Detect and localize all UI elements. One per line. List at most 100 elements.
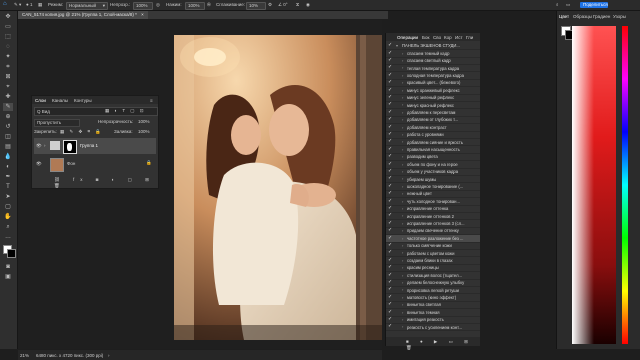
check-icon[interactable]: ✓ bbox=[388, 161, 393, 167]
check-icon[interactable]: ✓ bbox=[388, 57, 393, 63]
chevron-right-icon[interactable]: › bbox=[402, 154, 403, 159]
artboard-tool-icon[interactable]: ▭ bbox=[3, 23, 13, 31]
fill-value[interactable]: 100% bbox=[138, 129, 150, 134]
clone-stamp-icon[interactable]: ⊕ bbox=[3, 113, 13, 121]
chevron-right-icon[interactable]: › bbox=[402, 88, 403, 93]
eraser-tool-icon[interactable]: ◫ bbox=[3, 133, 13, 141]
check-icon[interactable]: ✓ bbox=[388, 228, 393, 233]
chevron-right-icon[interactable]: › bbox=[402, 65, 403, 70]
tab-adjustments[interactable]: Кор bbox=[444, 35, 452, 40]
check-icon[interactable]: ✓ bbox=[388, 131, 393, 137]
chevron-right-icon[interactable]: › bbox=[402, 58, 403, 63]
layer-name-group[interactable]: Группа 1 bbox=[80, 143, 98, 148]
chevron-right-icon[interactable]: › bbox=[402, 80, 403, 85]
chevron-right-icon[interactable]: › bbox=[402, 258, 403, 263]
check-icon[interactable]: ✓ bbox=[388, 117, 393, 122]
path-select-icon[interactable]: ➤ bbox=[3, 193, 13, 201]
chevron-right-icon[interactable]: › bbox=[402, 243, 403, 248]
mode-select[interactable]: Нормальный ▾ bbox=[66, 1, 108, 10]
filter-icons[interactable]: ▦ ◐ T ▢ ⊡ bbox=[105, 108, 146, 114]
check-icon[interactable]: ✓ bbox=[388, 72, 393, 78]
tab-gradients[interactable]: Градиен bbox=[593, 14, 610, 19]
check-icon[interactable]: ✓ bbox=[388, 183, 393, 189]
layer-name-background[interactable]: Фон bbox=[67, 161, 75, 166]
tab-actions[interactable]: Операции bbox=[397, 35, 418, 40]
chevron-right-icon[interactable]: › bbox=[402, 310, 403, 315]
chevron-right-icon[interactable]: › bbox=[402, 228, 403, 233]
chevron-right-icon[interactable]: › bbox=[402, 184, 403, 189]
check-icon[interactable]: ✓ bbox=[388, 42, 393, 48]
crop-tool-icon[interactable]: ⌗ bbox=[3, 63, 13, 71]
tab-channels[interactable]: Каналы bbox=[52, 98, 68, 103]
brush-settings-icon[interactable]: ▦ bbox=[38, 2, 42, 8]
check-icon[interactable]: ✓ bbox=[388, 139, 393, 144]
layer-mask-thumbnail[interactable] bbox=[63, 140, 77, 154]
check-icon[interactable]: ✓ bbox=[388, 109, 393, 115]
chevron-right-icon[interactable]: › bbox=[402, 51, 403, 56]
marquee-tool-icon[interactable]: ⬚ bbox=[3, 33, 13, 41]
check-icon[interactable]: ✓ bbox=[388, 205, 393, 211]
blur-tool-icon[interactable]: 💧 bbox=[3, 153, 13, 161]
chevron-right-icon[interactable]: › bbox=[108, 353, 110, 358]
chevron-right-icon[interactable]: › bbox=[402, 199, 403, 204]
gear-icon[interactable]: ⚙ bbox=[268, 2, 272, 8]
check-icon[interactable]: ✓ bbox=[388, 272, 393, 278]
history-brush-icon[interactable]: ↺ bbox=[3, 123, 13, 131]
chevron-right-icon[interactable]: › bbox=[402, 265, 403, 270]
check-icon[interactable]: ✓ bbox=[388, 80, 393, 85]
check-icon[interactable]: ✓ bbox=[388, 316, 393, 322]
action-set-row[interactable]: ✓ ▾ ПАНЕЛЬ ЭКШЕНОВ СТУДИ... bbox=[386, 42, 480, 50]
chevron-right-icon[interactable]: › bbox=[402, 147, 403, 152]
blend-mode-select[interactable]: Пропустить bbox=[34, 119, 80, 127]
check-icon[interactable]: ✓ bbox=[388, 242, 393, 248]
chevron-right-icon[interactable]: › bbox=[402, 295, 403, 300]
chevron-down-icon[interactable]: ▾ bbox=[396, 43, 398, 48]
check-icon[interactable]: ✓ bbox=[388, 265, 393, 270]
check-icon[interactable]: ✓ bbox=[388, 50, 393, 56]
chevron-right-icon[interactable]: › bbox=[44, 143, 46, 148]
check-icon[interactable]: ✓ bbox=[388, 124, 393, 130]
tab-paths[interactable]: Контуры bbox=[74, 98, 92, 103]
opacity-input[interactable]: 100% bbox=[133, 1, 153, 10]
pressure-size-icon[interactable]: ◉ bbox=[306, 2, 310, 8]
chevron-right-icon[interactable]: › bbox=[402, 132, 403, 137]
tab-glyphs[interactable]: Гли bbox=[466, 35, 473, 40]
quick-mask-icon[interactable]: ◙ bbox=[3, 263, 13, 271]
chevron-right-icon[interactable]: › bbox=[402, 169, 403, 174]
home-icon[interactable]: ⌂ bbox=[3, 1, 7, 7]
check-icon[interactable]: ✓ bbox=[388, 213, 393, 218]
check-icon[interactable]: ✓ bbox=[388, 257, 393, 263]
check-icon[interactable]: ✓ bbox=[388, 279, 393, 285]
panel-menu-icon[interactable]: ≡ bbox=[150, 98, 153, 103]
rectangle-tool-icon[interactable]: ▢ bbox=[3, 203, 13, 211]
check-icon[interactable]: ✓ bbox=[388, 220, 393, 226]
more-tools-icon[interactable]: … bbox=[3, 233, 13, 241]
check-icon[interactable]: ✓ bbox=[388, 287, 393, 292]
eye-icon[interactable]: 👁 bbox=[36, 143, 42, 149]
frame-tool-icon[interactable]: ⊠ bbox=[3, 73, 13, 81]
chevron-right-icon[interactable]: › bbox=[402, 176, 403, 181]
zoom-level[interactable]: 21% bbox=[20, 353, 29, 358]
check-icon[interactable]: ✓ bbox=[388, 191, 393, 196]
symmetry-icon[interactable]: ⧖ bbox=[296, 2, 299, 7]
angle-icon[interactable]: ∠ 0° bbox=[278, 2, 288, 8]
color-picker-field[interactable] bbox=[572, 26, 616, 344]
airbrush-icon[interactable]: ✇ bbox=[207, 2, 211, 8]
chevron-right-icon[interactable]: › bbox=[402, 236, 403, 241]
screen-mode-icon[interactable]: ▣ bbox=[3, 273, 13, 281]
flow-input[interactable]: 100% bbox=[185, 1, 205, 10]
lock-icons[interactable]: ▦ ✎ ✥ ⌗ 🔒 bbox=[60, 129, 103, 135]
check-icon[interactable]: ✓ bbox=[388, 94, 393, 100]
layer-row-group[interactable]: 👁 › Группа 1 bbox=[34, 138, 156, 154]
actions-footer-icons[interactable]: ■ ● ▶ ▭ ⊞ 🗑 bbox=[406, 339, 480, 351]
layer-row-background[interactable]: 👁 Фон 🔒 bbox=[34, 156, 156, 172]
chevron-right-icon[interactable]: › bbox=[402, 280, 403, 285]
check-icon[interactable]: ✓ bbox=[388, 309, 393, 315]
check-icon[interactable]: ✓ bbox=[388, 87, 393, 93]
tab-history[interactable]: Ист bbox=[455, 35, 463, 40]
chevron-right-icon[interactable]: › bbox=[402, 125, 403, 130]
chevron-right-icon[interactable]: › bbox=[402, 213, 403, 218]
chevron-right-icon[interactable]: › bbox=[402, 302, 403, 307]
check-icon[interactable]: ✓ bbox=[388, 146, 393, 152]
quick-select-icon[interactable]: ✦ bbox=[3, 53, 13, 61]
